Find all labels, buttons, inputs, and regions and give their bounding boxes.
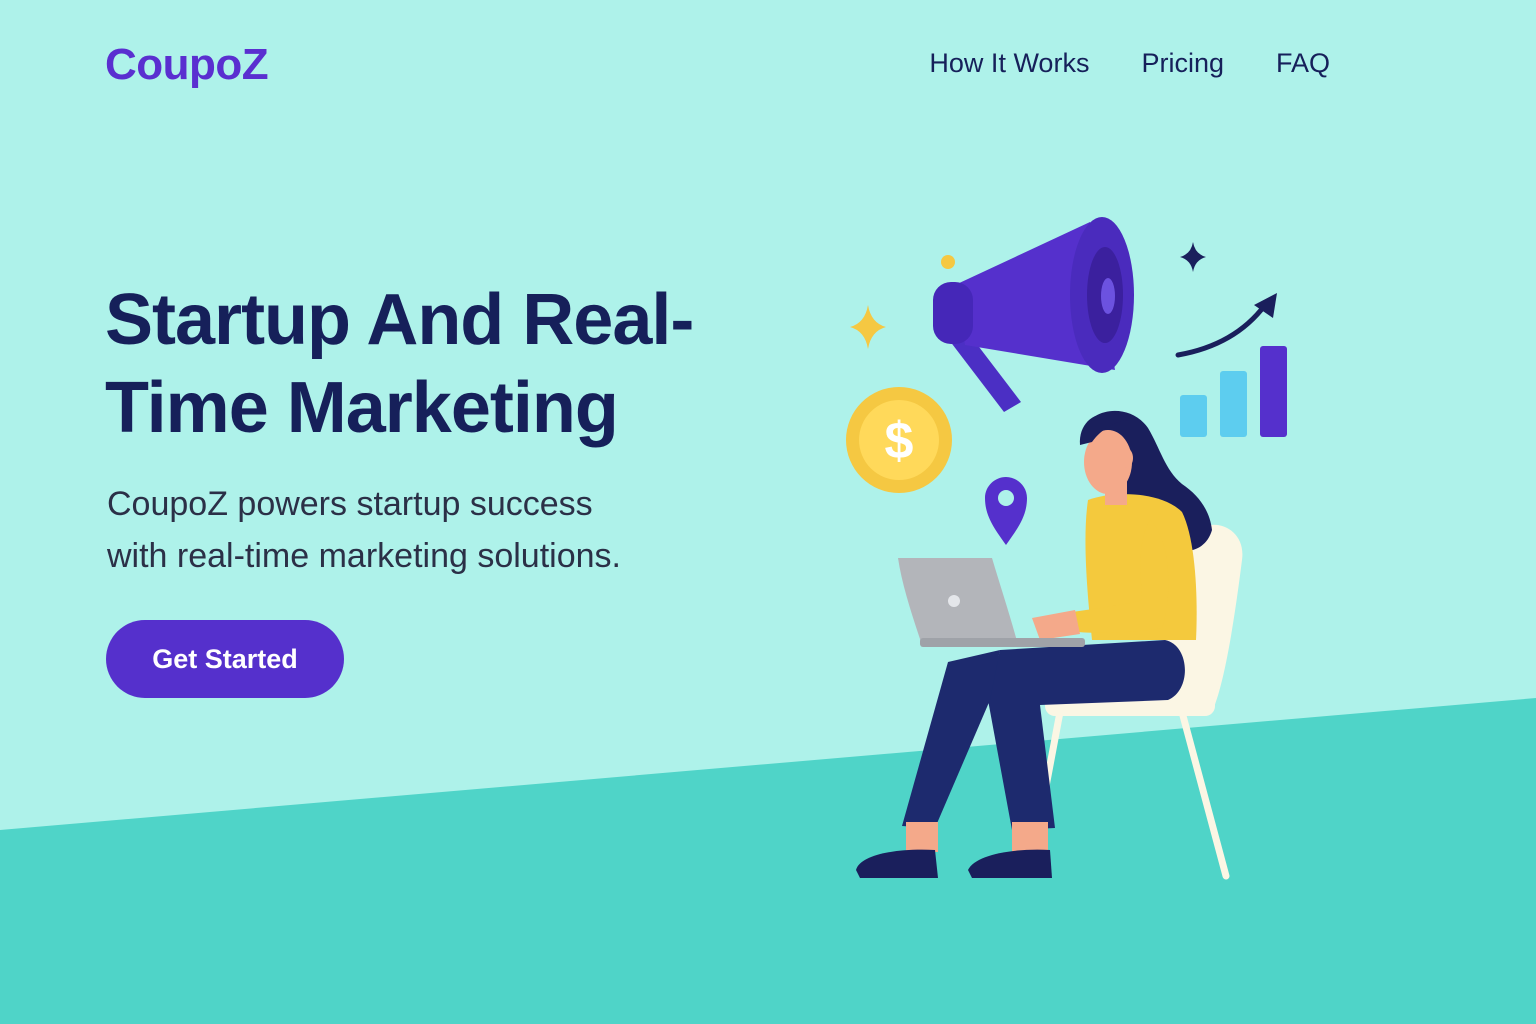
top-nav: How It Works Pricing FAQ (900, 48, 1330, 79)
hero-subtitle: CoupoZ powers startup success with real-… (107, 478, 707, 582)
hero-illustration: $ (846, 217, 1287, 880)
sparkle-icon (850, 305, 886, 349)
yellow-dot-icon (941, 255, 955, 269)
nav-link-pricing[interactable]: Pricing (1141, 48, 1224, 79)
location-pin-icon (985, 477, 1027, 545)
svg-text:$: $ (885, 412, 914, 470)
megaphone-icon (933, 217, 1134, 412)
dark-sparkle-icon (1180, 242, 1206, 272)
bar-chart-icon (1180, 346, 1287, 437)
hero-subtitle-line1: CoupoZ powers startup success (107, 485, 593, 523)
nav-link-how-it-works[interactable]: How It Works (929, 48, 1089, 79)
dollar-coin-icon: $ (846, 387, 952, 493)
trend-arrow-icon (1175, 293, 1277, 358)
hero-headline: Startup And Real- Time Marketing (105, 276, 805, 452)
get-started-button[interactable]: Get Started (106, 620, 344, 698)
hero-headline-line1: Startup And Real- (105, 280, 694, 360)
nav-link-faq[interactable]: FAQ (1276, 48, 1330, 79)
brand-logo[interactable]: CoupoZ (105, 40, 269, 90)
hero-subtitle-line2: with real-time marketing solutions. (107, 537, 621, 575)
hero-headline-line2: Time Marketing (105, 368, 619, 448)
